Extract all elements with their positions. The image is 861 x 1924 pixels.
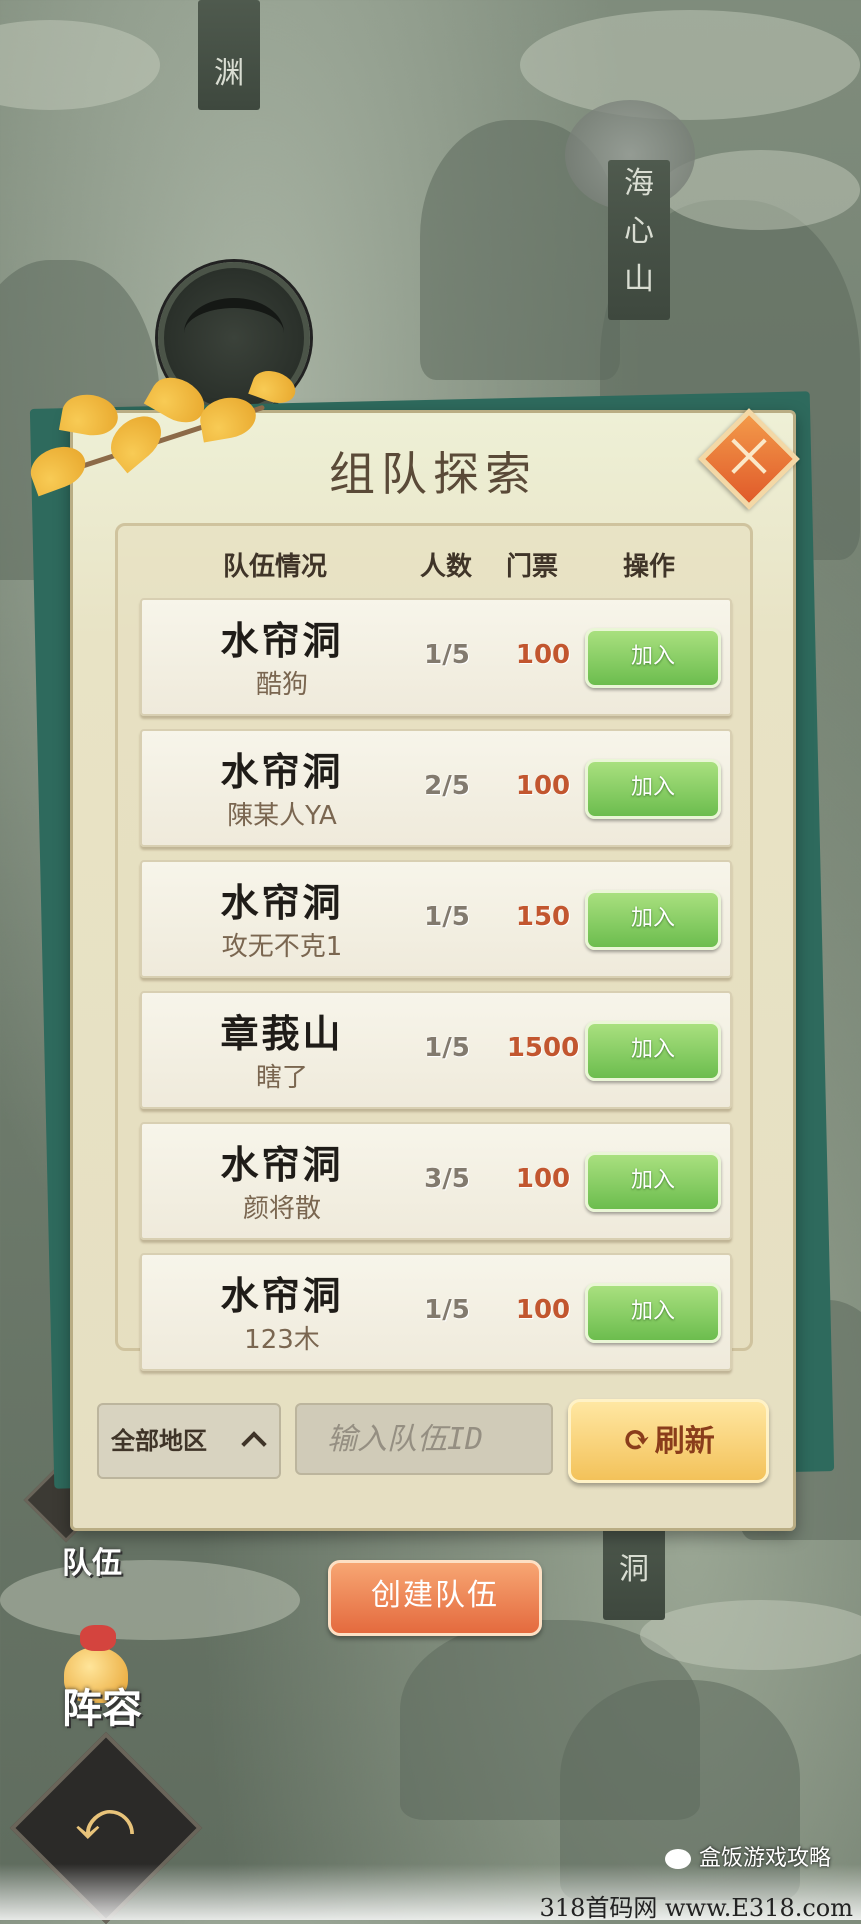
dialog-title: 组队探索: [329, 447, 537, 501]
refresh-button[interactable]: ⟳ 刷新: [568, 1399, 769, 1483]
member-count: 1/5: [424, 640, 470, 670]
member-count: 1/5: [424, 1033, 470, 1063]
banner-text: 洞: [619, 1552, 649, 1587]
ticket-cost: 100: [515, 771, 571, 801]
member-count: 3/5: [424, 1164, 470, 1194]
member-count: 1/5: [424, 902, 470, 932]
region-label: 全部地区: [111, 1426, 207, 1455]
table-row: 水帘洞 攻无不克1 1/5 150 加入: [140, 860, 732, 978]
site-watermark: 318首码网 www.E318.com: [539, 1894, 853, 1922]
header-ticket: 门票: [506, 552, 559, 582]
join-button[interactable]: 加入: [585, 890, 721, 950]
ticket-cost: 1500: [506, 1033, 580, 1063]
member-count: 2/5: [424, 771, 470, 801]
join-button[interactable]: 加入: [585, 1283, 721, 1343]
team-list[interactable]: 队伍情况 人数 门票 操作 水帘洞 酷狗 1/5 100 加入 水帘洞 陳某人Y…: [115, 523, 753, 1371]
lineup-label[interactable]: 阵容: [62, 1676, 142, 1734]
wechat-icon: [664, 1849, 691, 1869]
return-arrow-icon: ⤺: [74, 1787, 135, 1853]
map-banner-abyss[interactable]: 渊: [198, 0, 260, 110]
team-label[interactable]: 队伍: [62, 1538, 122, 1582]
wechat-watermark: 盒饭游戏攻略: [664, 1840, 831, 1872]
region-select[interactable]: 全部地区: [97, 1403, 281, 1479]
demon-horns-icon: [184, 298, 284, 368]
member-count: 1/5: [424, 1295, 470, 1325]
ribbon-icon: [80, 1625, 116, 1651]
join-button[interactable]: 加入: [585, 628, 721, 688]
create-team-button[interactable]: 创建队伍: [328, 1560, 542, 1636]
team-location: 水帘洞: [220, 880, 344, 925]
refresh-icon: ⟳: [622, 1420, 651, 1460]
table-row: 水帘洞 颜将散 3/5 100 加入: [140, 1122, 732, 1240]
team-location: 水帘洞: [220, 1273, 344, 1318]
ticket-cost: 100: [515, 640, 571, 670]
wechat-text: 盒饭游戏攻略: [698, 1846, 831, 1871]
team-leader: 瞎了: [255, 1063, 308, 1093]
team-leader: 攻无不克1: [221, 932, 343, 962]
team-leader: 123木: [244, 1325, 320, 1355]
header-members: 人数: [420, 552, 473, 582]
team-explore-dialog: 组队探索 队伍情况 人数 门票 操作 水帘洞 酷狗 1/5 100 加入 水帘洞…: [70, 408, 800, 1531]
refresh-label: 刷新: [654, 1424, 715, 1459]
ticket-cost: 100: [515, 1295, 571, 1325]
join-button[interactable]: 加入: [585, 1152, 721, 1212]
ticket-cost: 100: [515, 1164, 571, 1194]
table-row: 章莪山 瞎了 1/5 1500 加入: [140, 991, 732, 1109]
ticket-cost: 150: [515, 902, 571, 932]
table-row: 水帘洞 123木 1/5 100 加入: [140, 1253, 732, 1371]
banner-char-2: 心: [624, 214, 654, 249]
table-row: 水帘洞 酷狗 1/5 100 加入: [140, 598, 732, 716]
header-action: 操作: [623, 552, 676, 582]
chevron-up-icon: [241, 1431, 267, 1457]
banner-char-3: 山: [624, 262, 654, 297]
team-leader: 酷狗: [255, 670, 308, 700]
map-banner-haixinshan[interactable]: 海 心 山: [608, 160, 670, 320]
table-row: 水帘洞 陳某人YA 2/5 100 加入: [140, 729, 732, 847]
team-location: 水帘洞: [220, 618, 344, 663]
join-button[interactable]: 加入: [585, 759, 721, 819]
banner-char-1: 海: [624, 166, 654, 201]
team-location: 水帘洞: [220, 749, 344, 794]
header-team: 队伍情况: [223, 552, 328, 582]
banner-text: 渊: [214, 56, 244, 91]
table-header: 队伍情况 人数 门票 操作: [118, 536, 750, 588]
team-leader: 陳某人YA: [227, 801, 337, 831]
team-id-input[interactable]: [295, 1403, 553, 1475]
team-location: 水帘洞: [220, 1142, 344, 1187]
team-leader: 颜将散: [242, 1194, 321, 1224]
team-location: 章莪山: [220, 1011, 344, 1056]
join-button[interactable]: 加入: [585, 1021, 721, 1081]
